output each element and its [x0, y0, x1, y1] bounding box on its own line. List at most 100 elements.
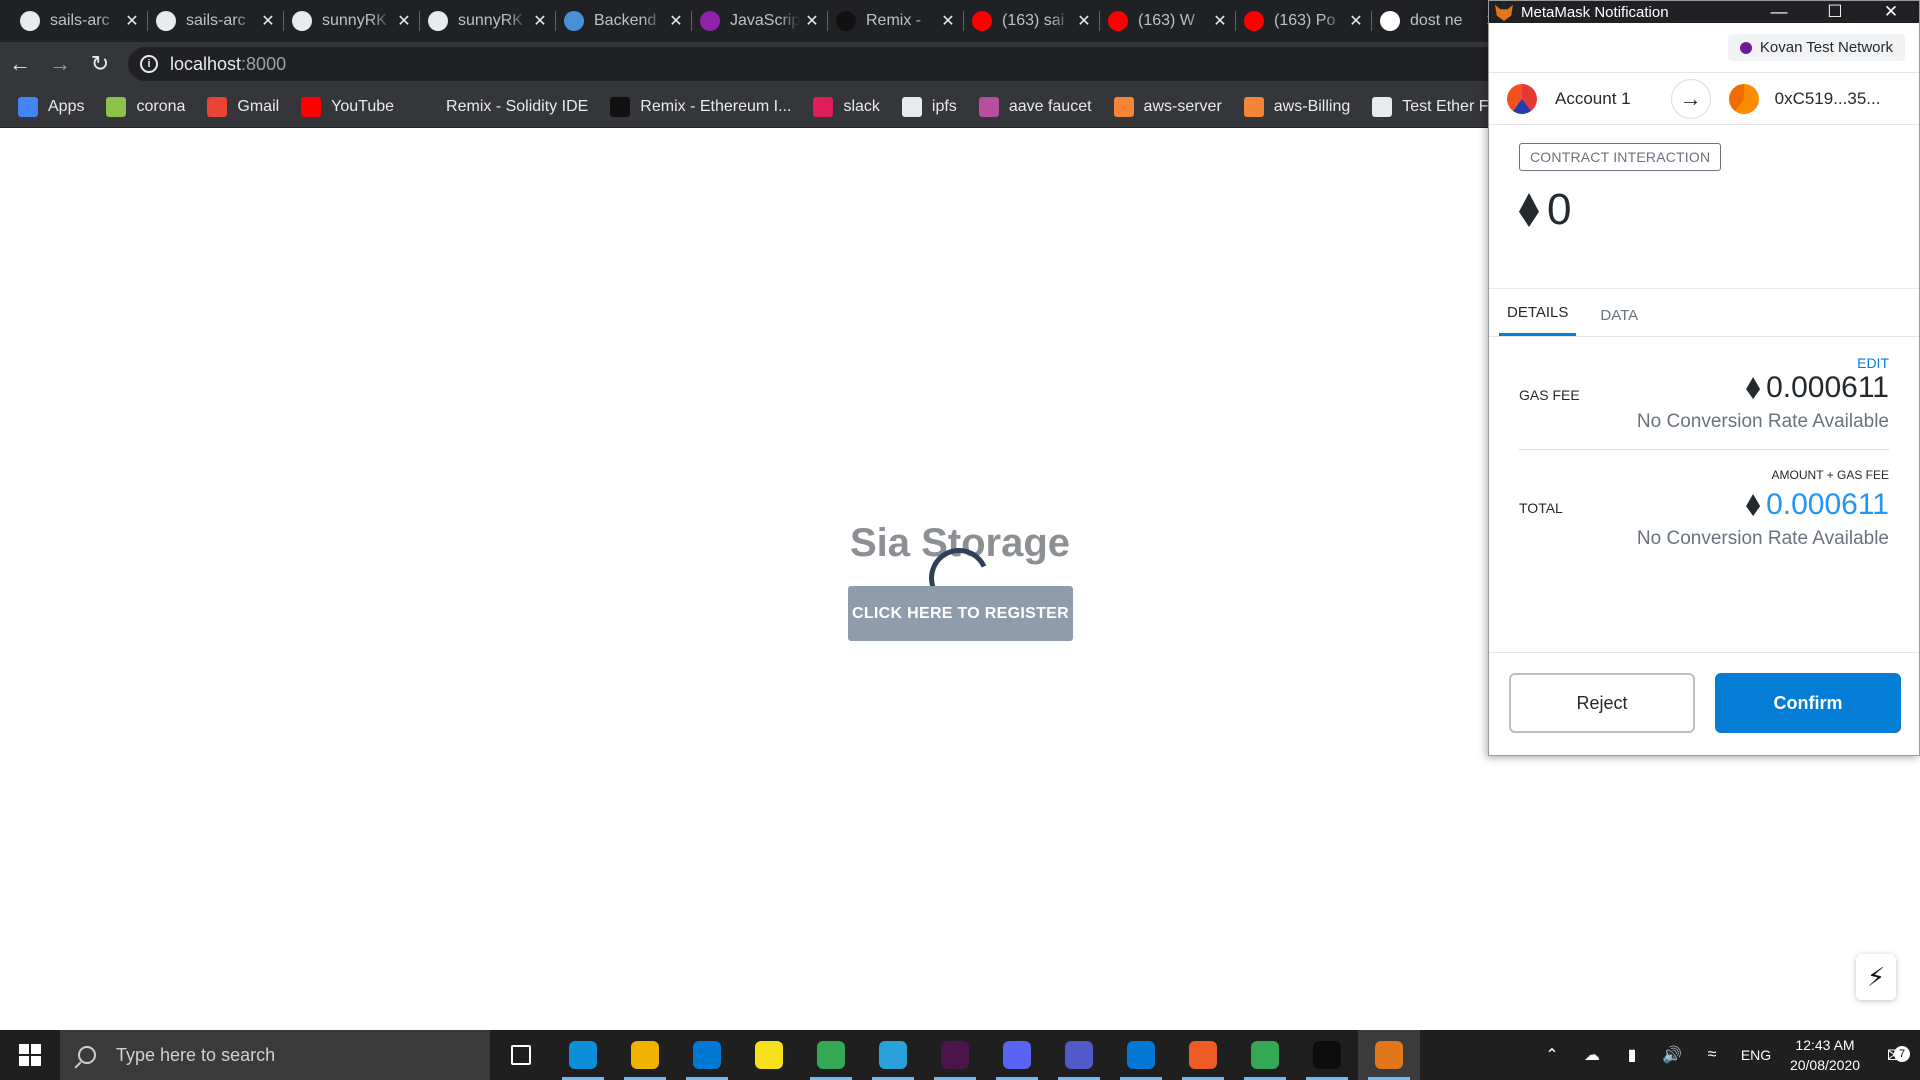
gas-fee-conversion: No Conversion Rate Available	[1636, 411, 1889, 432]
taskbar-apps	[490, 1030, 1420, 1080]
browser-tab[interactable]: sunnyRK ✕	[420, 0, 556, 42]
tab-label: Backend	[594, 12, 657, 29]
reload-icon[interactable]: ↻	[80, 44, 120, 84]
from-account-name: Account 1	[1555, 88, 1631, 108]
close-icon[interactable]: ✕	[1863, 2, 1919, 22]
tab-details[interactable]: DETAILS	[1499, 304, 1577, 336]
tab-label: (163) W	[1138, 12, 1195, 29]
bookmark-item[interactable]: ipfs	[901, 96, 957, 117]
clock[interactable]: 12:43 AM 20/08/2020	[1780, 1035, 1870, 1075]
taskbar-app[interactable]	[490, 1030, 552, 1080]
remix-icon	[836, 11, 856, 31]
minimize-icon[interactable]: —	[1751, 2, 1807, 22]
close-tab-icon[interactable]: ✕	[804, 11, 820, 31]
tab-label: JavaScrip	[730, 12, 800, 29]
browser-tab[interactable]: sails-arc ✕	[12, 0, 148, 42]
forward-icon[interactable]: →	[40, 44, 80, 84]
bookmark-item[interactable]: aws-Billing	[1243, 96, 1350, 117]
browser-tab[interactable]: (163) Po ✕	[1236, 0, 1372, 42]
bookmark-item[interactable]: YouTube	[301, 96, 395, 117]
wifi-icon[interactable]: ≈	[1692, 1046, 1732, 1064]
close-tab-icon[interactable]: ✕	[260, 11, 276, 31]
onedrive-icon[interactable]: ☁	[1572, 1045, 1612, 1065]
bookmark-item[interactable]: aws-server	[1113, 96, 1222, 117]
taskbar-app[interactable]	[986, 1030, 1048, 1080]
browser-tab[interactable]: sails-arc ✕	[148, 0, 284, 42]
taskbar-app[interactable]	[1110, 1030, 1172, 1080]
notification-icon[interactable]: ✉7	[1870, 1043, 1920, 1068]
apps-grid-icon	[18, 96, 38, 117]
clock-date: 20/08/2020	[1789, 1057, 1861, 1073]
chrome-icon	[817, 1041, 845, 1069]
close-tab-icon[interactable]: ✕	[1076, 11, 1092, 31]
volume-icon[interactable]: 🔊	[1652, 1045, 1692, 1065]
language-indicator[interactable]: ENG	[1732, 1047, 1780, 1063]
postman-icon	[1189, 1041, 1217, 1069]
close-tab-icon[interactable]: ✕	[1212, 11, 1228, 31]
to-account[interactable]: 0xC519...35...	[1728, 83, 1881, 114]
javascript-icon	[700, 11, 720, 31]
register-button[interactable]: CLICK HERE TO REGISTER	[848, 586, 1073, 641]
taskbar-app[interactable]	[676, 1030, 738, 1080]
youtube-icon	[301, 96, 322, 117]
slack-icon	[941, 1041, 969, 1069]
details-panel: EDIT GAS FEE 0.000611 No Conversion Rate…	[1489, 337, 1919, 653]
close-tab-icon[interactable]: ✕	[532, 11, 548, 31]
taskbar-app[interactable]	[1048, 1030, 1110, 1080]
battery-icon[interactable]: ▮	[1612, 1045, 1652, 1065]
close-tab-icon[interactable]: ✕	[124, 11, 140, 31]
back-icon[interactable]: ←	[0, 44, 40, 84]
browser-tab[interactable]: (163) W ✕	[1100, 0, 1236, 42]
bookmark-item[interactable]: Remix - Solidity IDE	[416, 96, 588, 117]
total-sublabel: AMOUNT + GAS FEE	[1771, 468, 1889, 482]
vscode-icon	[693, 1041, 721, 1069]
browser-tab[interactable]: (163) sai ✕	[964, 0, 1100, 42]
bookmark-label: aave faucet	[1008, 97, 1092, 115]
taskbar-search-box[interactable]: Type here to search	[60, 1030, 490, 1080]
close-tab-icon[interactable]: ✕	[1348, 11, 1364, 31]
network-selector[interactable]: Kovan Test Network	[1727, 34, 1905, 61]
laptop-icon	[564, 11, 584, 31]
bookmark-item[interactable]: Remix - Ethereum I...	[610, 96, 791, 117]
taskbar-app[interactable]	[1234, 1030, 1296, 1080]
total-amount: 0.000611	[1637, 488, 1889, 522]
tab-data[interactable]: DATA	[1592, 307, 1646, 336]
confirm-button[interactable]: Confirm	[1715, 673, 1901, 733]
browser-tab[interactable]: JavaScrip ✕	[692, 0, 828, 42]
taskbar-app[interactable]	[1358, 1030, 1420, 1080]
bookmark-item[interactable]: Apps	[18, 96, 84, 117]
lightning-bolt-icon[interactable]: ⚡	[1856, 954, 1896, 1000]
taskbar-app[interactable]	[862, 1030, 924, 1080]
browser-tab[interactable]: Backend ✕	[556, 0, 692, 42]
from-account[interactable]: Account 1	[1507, 83, 1631, 114]
taskbar-app[interactable]	[614, 1030, 676, 1080]
bookmark-item[interactable]: aave faucet	[978, 96, 1092, 117]
edit-gas-link[interactable]: EDIT	[1519, 337, 1889, 371]
network-dot-icon	[1739, 41, 1752, 54]
taskbar-app[interactable]	[924, 1030, 986, 1080]
site-info-icon[interactable]: i	[140, 55, 158, 73]
start-button[interactable]	[0, 1030, 60, 1080]
bookmark-item[interactable]: slack	[813, 96, 880, 117]
taskbar-app[interactable]	[1296, 1030, 1358, 1080]
close-tab-icon[interactable]: ✕	[396, 11, 412, 31]
reject-button[interactable]: Reject	[1509, 673, 1695, 733]
address-bar[interactable]: i localhost:8000	[128, 47, 1508, 81]
bookmark-label: YouTube	[331, 97, 395, 115]
taskbar-app[interactable]	[738, 1030, 800, 1080]
url-host: localhost	[170, 53, 242, 74]
maximize-icon[interactable]: ☐	[1807, 2, 1863, 22]
taskbar-app[interactable]	[800, 1030, 862, 1080]
close-tab-icon[interactable]: ✕	[940, 11, 956, 31]
close-tab-icon[interactable]: ✕	[668, 11, 684, 31]
to-address: 0xC519...35...	[1774, 88, 1881, 108]
bookmark-item[interactable]: corona	[106, 96, 185, 117]
globe-icon	[901, 96, 922, 117]
browser-tab[interactable]: sunnyRK ✕	[284, 0, 420, 42]
taskbar-app[interactable]	[1172, 1030, 1234, 1080]
chevron-up-icon[interactable]: ⌃	[1532, 1045, 1572, 1065]
taskbar-app[interactable]	[552, 1030, 614, 1080]
url-port: :8000	[241, 53, 287, 74]
browser-tab[interactable]: Remix - ✕	[828, 0, 964, 42]
bookmark-item[interactable]: Gmail	[207, 96, 279, 117]
